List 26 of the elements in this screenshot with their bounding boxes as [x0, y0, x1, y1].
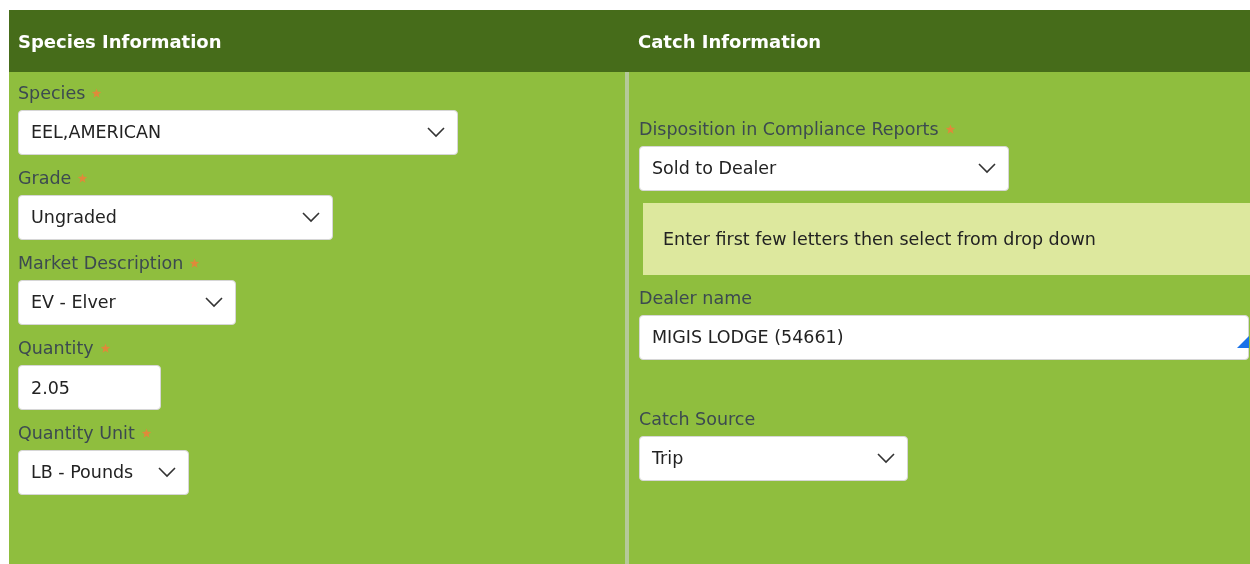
chevron-down-icon	[877, 453, 895, 464]
field-label: Disposition in Compliance Reports	[639, 118, 939, 140]
resize-handle-icon[interactable]	[1237, 336, 1249, 348]
field-label: Species	[18, 82, 86, 104]
dropdown-field[interactable]: Trip	[639, 436, 908, 481]
chevron-down-icon	[302, 212, 320, 223]
dropdown-field[interactable]: Ungraded	[18, 195, 333, 240]
text-area[interactable]: MIGIS LODGE (54661)	[639, 315, 1249, 360]
field-label: Dealer name	[639, 287, 752, 309]
chevron-down-icon	[158, 467, 176, 478]
field-label: Quantity	[18, 337, 94, 359]
field-label: Grade	[18, 167, 72, 189]
chevron-down-icon	[978, 163, 996, 174]
dropdown-field[interactable]: LB - Pounds	[18, 450, 189, 495]
input-field[interactable]: 2.05	[18, 365, 161, 410]
section-header: Catch Information	[625, 10, 1250, 72]
section-header: Species Information	[9, 10, 625, 72]
dropdown-field[interactable]: EEL,AMERICAN	[18, 110, 458, 155]
chevron-down-icon	[427, 127, 445, 138]
field-label: Market Description	[18, 252, 184, 274]
chevron-down-icon	[205, 297, 223, 308]
field-label: Catch Source	[639, 408, 756, 430]
field-label: Quantity Unit	[18, 422, 135, 444]
dropdown-field[interactable]: Sold to Dealer	[639, 146, 1009, 191]
dropdown-field[interactable]: EV - Elver	[18, 280, 236, 325]
hint-banner: Enter first few letters then select from drop down	[643, 203, 1250, 275]
